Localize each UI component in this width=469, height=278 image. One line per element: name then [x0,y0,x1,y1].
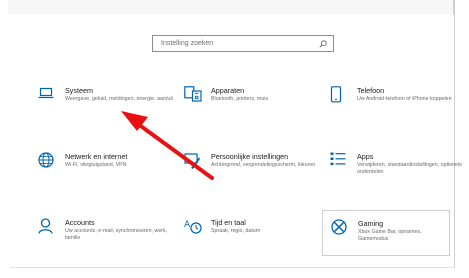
time-language-icon: A [184,218,204,238]
tile-title: Accounts [65,218,95,227]
tile-title: Apparaten [211,86,245,95]
person-icon [38,218,58,238]
settings-tile-apps[interactable]: Apps Verwijderen, standaardinstellingen,… [330,152,469,202]
paintbrush-icon [184,152,204,172]
tile-description: Verwijderen, standaardinstellingen, opti… [357,162,463,175]
tile-title: Telefoon [357,86,385,95]
search-icon [319,39,327,48]
tile-title: Apps [357,152,374,161]
tile-title: Tijd en taal [211,218,246,227]
tile-title: Gaming [358,219,384,228]
search-input[interactable]: Instelling zoeken [152,35,334,52]
tile-description: Weergave, geluid, meldingen, energie, aa… [65,96,173,102]
tile-description: Uw accounts, e-mail, synchroniseren, wer… [65,228,168,241]
tile-description: Achtergrond, vergrendelingsscherm, kleur… [211,162,316,168]
settings-tile-telefoon[interactable]: Telefoon Uw Android-telefoon of iPhone k… [330,86,469,136]
tile-title: Netwerk en internet [65,152,128,161]
settings-tile-accounts[interactable]: Accounts Uw accounts, e-mail, synchronis… [38,218,178,268]
globe-icon [38,152,58,172]
settings-tile-tijd-en-taal[interactable]: A Tijd en taal Spraak, regio, datum [184,218,324,268]
svg-text:A: A [184,220,191,230]
settings-tile-apparaten[interactable]: Apparaten Bluetooth, printers, muis [184,86,324,136]
tile-title: Persoonlijke instellingen [211,152,289,161]
phone-icon [330,86,350,106]
settings-tile-netwerk[interactable]: Netwerk en internet Wi-Fi, vliegtuigstan… [38,152,178,202]
settings-tile-systeem[interactable]: Systeem Weergave, geluid, meldingen, ene… [38,86,178,136]
tile-description: Uw Android-telefoon of iPhone koppelen [357,96,452,102]
tile-description: Wi-Fi, vliegtuigstand, VPN [65,162,127,168]
xbox-icon [331,219,351,239]
devices-icon [184,86,204,106]
search-placeholder: Instelling zoeken [161,40,214,47]
tile-title: Systeem [65,86,93,95]
tile-description: Bluetooth, printers, muis [211,96,269,102]
settings-tile-persoonlijke-instellingen[interactable]: Persoonlijke instellingen Achtergrond, v… [184,152,324,202]
settings-tile-gaming[interactable]: Gaming Xbox Game Bar, opnames, Gamemodus [322,210,450,256]
apps-list-icon [330,152,350,172]
laptop-icon [38,86,58,106]
tile-description: Spraak, regio, datum [211,228,261,234]
tile-description: Xbox Game Bar, opnames, Gamemodus [358,229,422,242]
